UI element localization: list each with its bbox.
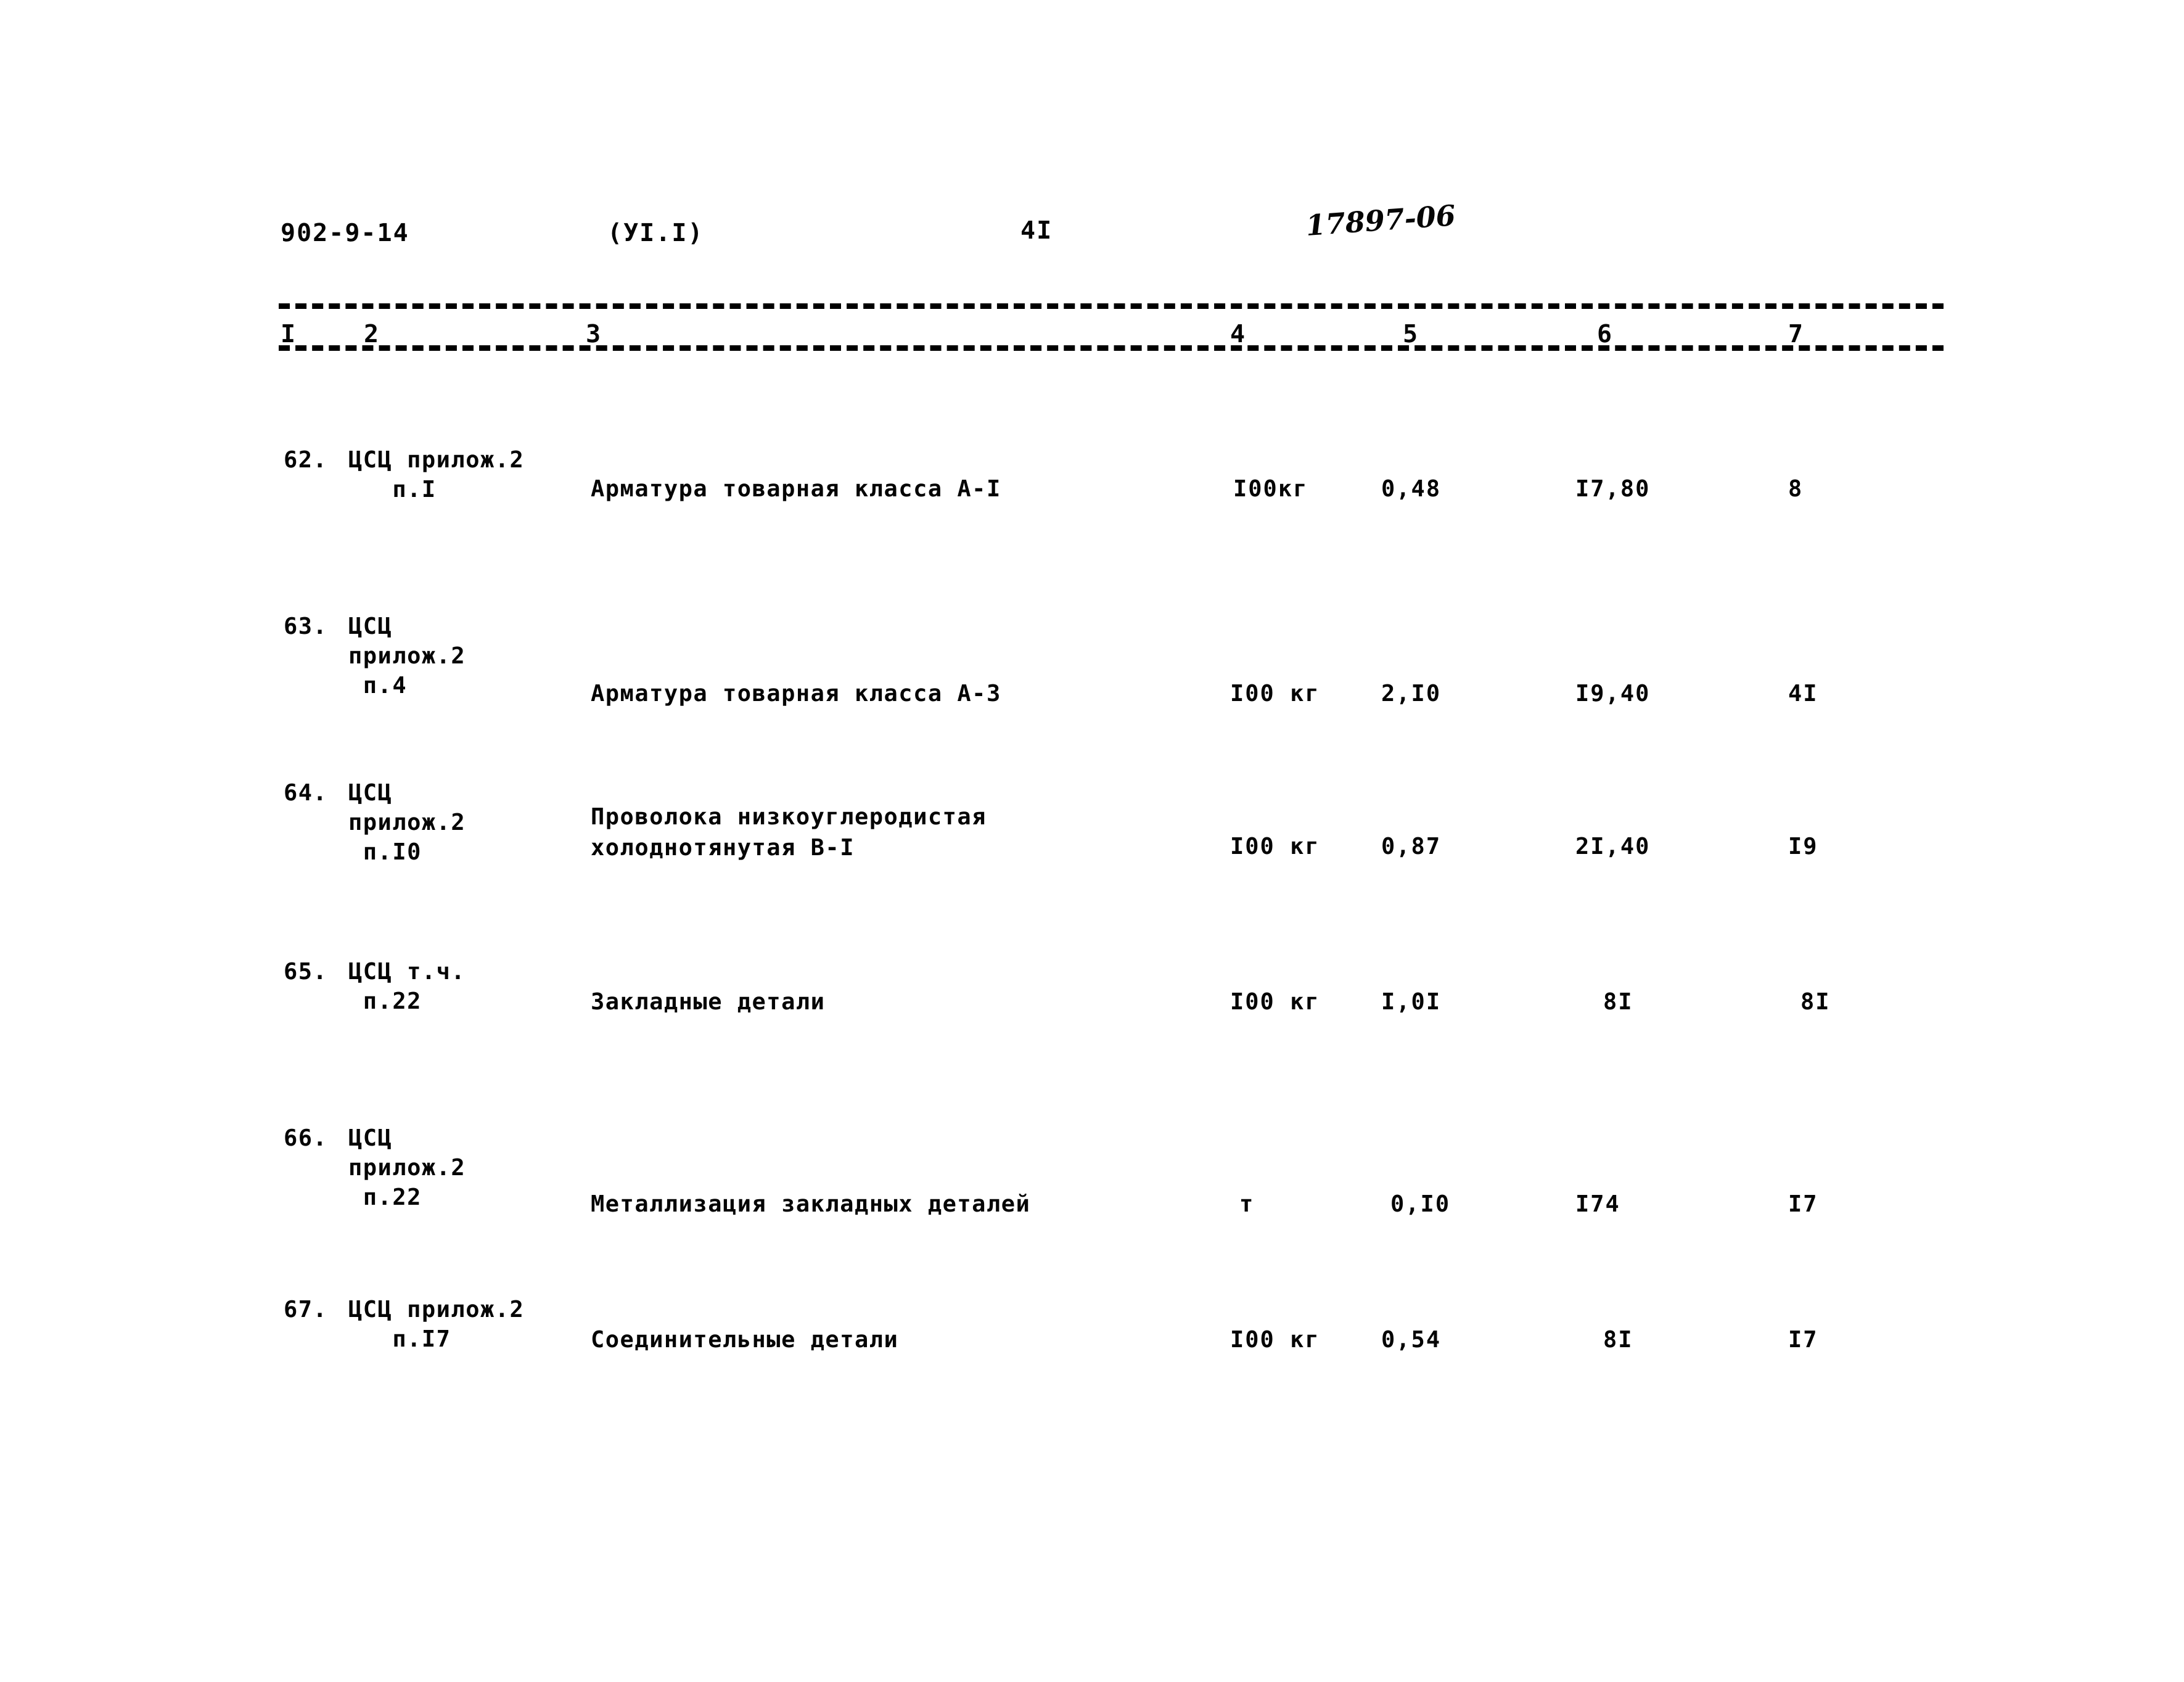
- row-code: ЦСЦ т.ч. п.22: [348, 958, 466, 1015]
- page-number: 4I: [1020, 216, 1053, 245]
- row-total: I7: [1788, 1326, 1818, 1353]
- row-name: Арматура товарная класса А-I: [591, 475, 1001, 502]
- table-rule-top: [279, 303, 1944, 309]
- row-index: 66.: [284, 1125, 328, 1151]
- row-unit-price: 8I: [1603, 988, 1633, 1015]
- row-quantity: 0,48: [1381, 475, 1442, 502]
- row-unit: I00 кг: [1230, 680, 1320, 707]
- row-quantity: I,0I: [1381, 988, 1442, 1015]
- column-number-7: 7: [1788, 320, 1804, 348]
- column-number-4: 4: [1230, 320, 1246, 348]
- row-quantity: 0,I0: [1390, 1191, 1451, 1217]
- row-name: Арматура товарная класса А-З: [591, 680, 1001, 707]
- row-index: 64.: [284, 779, 328, 806]
- row-unit: I00 кг: [1230, 988, 1320, 1015]
- row-index: 65.: [284, 958, 328, 985]
- row-name: Соединительные детали: [591, 1326, 899, 1353]
- row-code: ЦСЦ прилож.2 п.I0: [348, 779, 466, 866]
- handwritten-stamp: 17897-06: [1305, 199, 1457, 242]
- row-total: 8: [1788, 475, 1804, 502]
- row-unit: I00кг: [1233, 475, 1308, 502]
- row-quantity: 2,I0: [1381, 680, 1442, 707]
- row-total: I7: [1788, 1191, 1818, 1217]
- row-total: I9: [1788, 833, 1818, 859]
- row-quantity: 0,54: [1381, 1326, 1442, 1353]
- row-unit-price: 2I,40: [1575, 833, 1651, 859]
- document-number: 902-9-14: [281, 219, 409, 247]
- row-code: ЦСЦ прилож.2 п.22: [348, 1125, 466, 1211]
- row-unit: т: [1239, 1191, 1255, 1217]
- section-label: (УI.I): [607, 219, 704, 247]
- row-index: 67.: [284, 1296, 328, 1323]
- row-index: 62.: [284, 446, 328, 473]
- document-page: 902-9-14 (УI.I) 4I 17897-06 I 2 3 4 5 6 …: [0, 0, 2184, 1682]
- row-quantity: 0,87: [1381, 833, 1442, 859]
- row-name: Закладные детали: [591, 988, 826, 1015]
- table-rule-bottom: [279, 345, 1944, 351]
- row-name: Проволока низкоуглеродистая холоднотянут…: [591, 803, 987, 861]
- column-number-3: 3: [586, 320, 601, 348]
- column-number-2: 2: [364, 320, 379, 348]
- row-unit: I00 кг: [1230, 1326, 1320, 1353]
- column-number-1: I: [281, 320, 296, 348]
- row-total: 4I: [1788, 680, 1818, 707]
- row-index: 63.: [284, 613, 328, 639]
- row-total: 8I: [1800, 988, 1831, 1015]
- row-unit-price: I9,40: [1575, 680, 1651, 707]
- row-unit: I00 кг: [1230, 833, 1320, 859]
- row-unit-price: 8I: [1603, 1326, 1633, 1353]
- row-unit-price: I74: [1575, 1191, 1620, 1217]
- column-number-5: 5: [1403, 320, 1418, 348]
- column-number-6: 6: [1597, 320, 1612, 348]
- row-code: ЦСЦ прилож.2 п.I: [348, 446, 525, 503]
- row-name: Металлизация закладных деталей: [591, 1191, 1031, 1217]
- row-unit-price: I7,80: [1575, 475, 1651, 502]
- row-code: ЦСЦ прилож.2 п.I7: [348, 1296, 525, 1353]
- row-code: ЦСЦ прилож.2 п.4: [348, 613, 466, 699]
